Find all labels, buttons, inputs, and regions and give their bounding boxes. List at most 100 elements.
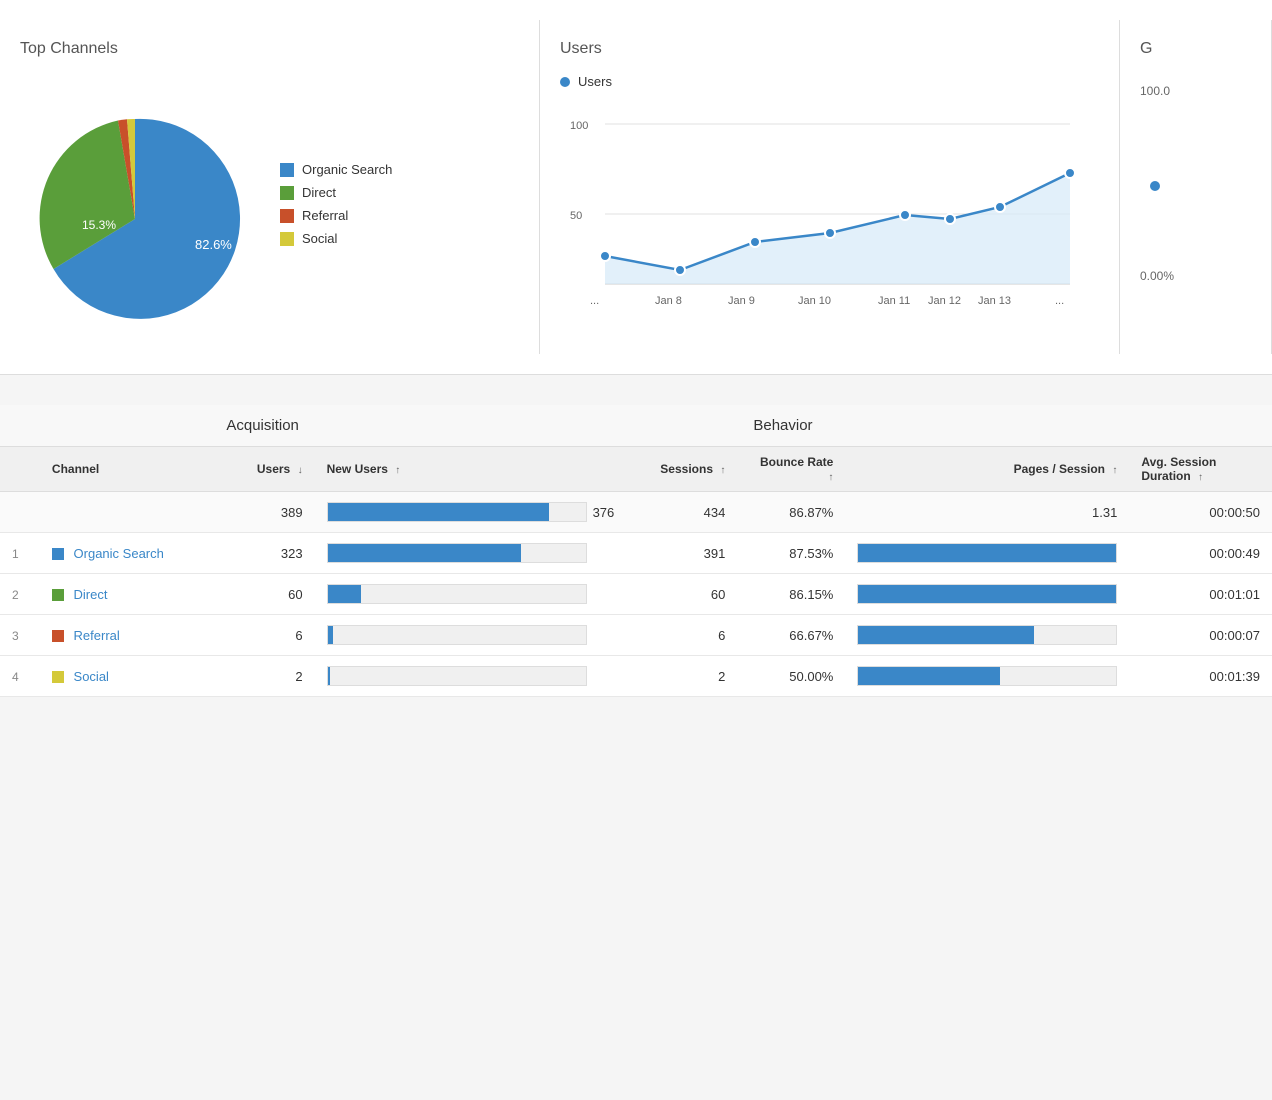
acquisition-section-label: Acquisition: [210, 405, 737, 447]
bar-fill-1: [328, 585, 362, 603]
pages-session-cell-3: [845, 656, 1129, 697]
legend-label-direct: Direct: [302, 185, 336, 200]
users-legend-label: Users: [578, 74, 612, 89]
channel-color-1: [52, 589, 64, 601]
data-point-7: [995, 202, 1005, 212]
top-channels-card: Top Channels 82.6% 15.3%: [0, 20, 540, 354]
pie-label-organic: 82.6%: [195, 237, 232, 252]
legend-item-social: Social: [280, 231, 392, 246]
users-card: Users Users 100 50: [540, 20, 1120, 354]
channel-color-0: [52, 548, 64, 560]
bar-fill-0: [328, 544, 522, 562]
total-sessions: 434: [626, 492, 737, 533]
data-point-8: [1065, 168, 1075, 178]
bottom-table-section: Acquisition Behavior Channel Users ↓ New…: [0, 405, 1272, 697]
bounce-bar-wrapper-0: [857, 543, 1117, 563]
svg-text:100: 100: [570, 120, 588, 132]
pie-label-direct: 15.3%: [82, 218, 116, 232]
pages-session-cell-0: [845, 533, 1129, 574]
total-bounce-rate: 86.87%: [737, 492, 845, 533]
total-bar-wrapper: [327, 502, 587, 522]
pages-session-cell-1: [845, 574, 1129, 615]
bar-wrapper-2: [327, 625, 587, 645]
table-row: 1 Organic Search 323 391 87.53% 00:00:49: [0, 533, 1272, 574]
top-charts-section: Top Channels 82.6% 15.3%: [0, 0, 1272, 375]
avg-session-cell-1: 00:01:01: [1129, 574, 1272, 615]
bounce-bar-fill-1: [858, 585, 1116, 603]
users-title: Users: [560, 40, 1099, 58]
users-cell-1: 60: [210, 574, 314, 615]
channel-color-3: [52, 671, 64, 683]
col-users: Users ↓: [210, 447, 314, 492]
sessions-cell-3: 2: [626, 656, 737, 697]
users-line-chart: 100 50: [560, 99, 1080, 319]
data-point-4: [825, 228, 835, 238]
channel-name-0[interactable]: Organic Search: [74, 546, 164, 561]
col-channel: Channel: [40, 447, 210, 492]
top-channels-title: Top Channels: [20, 40, 519, 58]
channel-name-2[interactable]: Referral: [74, 628, 120, 643]
total-row: 389 376 434 86.87% 1.31 00:00:50: [0, 492, 1272, 533]
other-data-point: [1149, 180, 1161, 192]
sessions-cell-0: 391: [626, 533, 737, 574]
total-pages-session: 1.31: [845, 492, 1129, 533]
svg-text:...: ...: [1055, 295, 1064, 307]
bar-fill-3: [328, 667, 331, 685]
users-cell-0: 323: [210, 533, 314, 574]
sort-users-icon: ↓: [298, 465, 303, 476]
total-rank: [0, 492, 40, 533]
new-users-bar-cell-2: [315, 615, 627, 656]
rank-cell: 4: [0, 656, 40, 697]
col-avg-session: Avg. Session Duration ↑: [1129, 447, 1272, 492]
other-y-min: 0.00%: [1140, 269, 1251, 283]
svg-text:50: 50: [570, 210, 582, 222]
bounce-rate-cell-2: 66.67%: [737, 615, 845, 656]
behavior-section-label: Behavior: [737, 405, 1272, 447]
new-users-bar-cell-1: [315, 574, 627, 615]
total-channel: [40, 492, 210, 533]
col-rank: [0, 447, 40, 492]
total-new-users-bar: 376: [315, 492, 627, 533]
bar-wrapper-0: [327, 543, 587, 563]
pie-chart: 82.6% 15.3%: [20, 74, 250, 334]
spacer: [0, 375, 1272, 405]
legend-item-direct: Direct: [280, 185, 392, 200]
pages-session-cell-2: [845, 615, 1129, 656]
col-sessions: Sessions ↑: [626, 447, 737, 492]
col-bounce-rate: Bounce Rate ↑: [737, 447, 845, 492]
legend-label-organic: Organic Search: [302, 162, 392, 177]
bounce-bar-fill-3: [858, 667, 1000, 685]
legend-item-organic: Organic Search: [280, 162, 392, 177]
total-avg-session: 00:00:50: [1129, 492, 1272, 533]
pie-legend: Organic Search Direct Referral Social: [280, 162, 392, 246]
empty-header: [0, 405, 210, 447]
avg-session-cell-3: 00:01:39: [1129, 656, 1272, 697]
users-legend-dot: [560, 77, 570, 87]
data-table: Acquisition Behavior Channel Users ↓ New…: [0, 405, 1272, 697]
data-point-2: [675, 265, 685, 275]
channel-name-3[interactable]: Social: [74, 669, 109, 684]
total-bar-fill: [328, 503, 550, 521]
bar-wrapper-1: [327, 584, 587, 604]
new-users-bar-cell-3: [315, 656, 627, 697]
other-y-max: 100.0: [1140, 84, 1251, 98]
users-cell-2: 6: [210, 615, 314, 656]
legend-color-direct: [280, 186, 294, 200]
section-header-row: Acquisition Behavior: [0, 405, 1272, 447]
sessions-cell-1: 60: [626, 574, 737, 615]
channel-cell: Organic Search: [40, 533, 210, 574]
legend-item-referral: Referral: [280, 208, 392, 223]
bounce-bar-wrapper-1: [857, 584, 1117, 604]
bar-wrapper-3: [327, 666, 587, 686]
bounce-bar-wrapper-3: [857, 666, 1117, 686]
channel-cell: Direct: [40, 574, 210, 615]
avg-session-cell-0: 00:00:49: [1129, 533, 1272, 574]
total-users: 389: [210, 492, 314, 533]
avg-session-cell-2: 00:00:07: [1129, 615, 1272, 656]
channel-name-1[interactable]: Direct: [74, 587, 108, 602]
other-card: G 100.0 0.00%: [1120, 20, 1272, 354]
bounce-bar-wrapper-2: [857, 625, 1117, 645]
legend-label-referral: Referral: [302, 208, 348, 223]
sort-new-users-icon: ↑: [395, 465, 400, 476]
legend-color-referral: [280, 209, 294, 223]
